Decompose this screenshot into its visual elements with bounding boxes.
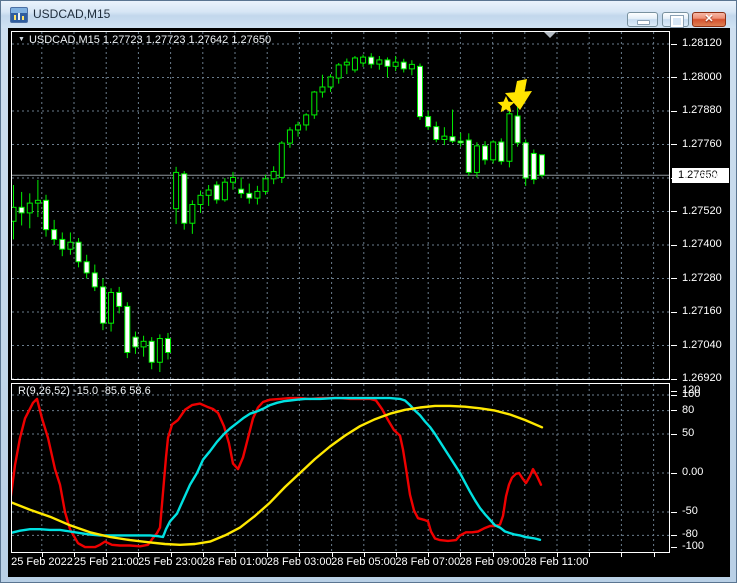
indicator-axis-label: -80 bbox=[682, 528, 698, 541]
price-axis-label: 1.27640 bbox=[682, 171, 722, 183]
chart-ohlc-text: USDCAD,M15 1.27723 1.27723 1.27642 1.276… bbox=[28, 34, 272, 46]
time-axis-label: 25 Feb 23:00 bbox=[138, 556, 204, 568]
indicator-axis-tick bbox=[671, 390, 677, 392]
time-axis-label: 25 Feb 21:00 bbox=[73, 556, 139, 568]
time-axis-label: 28 Feb 07:00 bbox=[395, 556, 461, 568]
restore-icon bbox=[670, 15, 684, 28]
main-chart-panel[interactable]: ▼ USDCAD,M15 1.27723 1.27723 1.27642 1.27… bbox=[11, 31, 670, 380]
chart-window-icon bbox=[10, 7, 28, 23]
indicator-axis-label: 0.00 bbox=[682, 466, 704, 478]
indicator-panel[interactable]: R(9,26,52) -15.0 -85.6 58.6 bbox=[11, 383, 670, 553]
price-axis-tick bbox=[671, 345, 677, 346]
close-button[interactable]: ✕ bbox=[692, 12, 726, 27]
price-axis-label: 1.28120 bbox=[682, 37, 722, 49]
chart-client-area: ▼ USDCAD,M15 1.27723 1.27723 1.27642 1.27… bbox=[8, 28, 730, 577]
time-axis-label: 28 Feb 03:00 bbox=[266, 556, 332, 568]
price-axis-label: 1.27040 bbox=[682, 338, 722, 351]
indicator-axis-label: 50 bbox=[682, 427, 695, 439]
price-axis-label: 1.27760 bbox=[682, 137, 722, 150]
indicator-axis-label: 100 bbox=[682, 388, 701, 400]
price-axis-label: 1.27520 bbox=[682, 204, 722, 217]
indicator-axis-tick bbox=[671, 511, 677, 513]
close-icon: ✕ bbox=[704, 13, 714, 25]
time-axis-label: 28 Feb 05:00 bbox=[331, 556, 396, 568]
price-axis-label: 1.27880 bbox=[682, 104, 722, 116]
indicator-axis-label: 80 bbox=[682, 403, 695, 416]
price-axis-tick bbox=[671, 144, 677, 145]
price-axis-tick bbox=[671, 211, 677, 212]
price-chart-canvas[interactable] bbox=[12, 32, 669, 379]
minimize-icon bbox=[637, 20, 650, 25]
time-axis-label: 25 Feb 2022 bbox=[11, 556, 73, 568]
indicator-label: R(9,26,52) -15.0 -85.6 58.6 bbox=[18, 385, 151, 397]
window-titlebar[interactable]: USDCAD,M15 ✕ bbox=[1, 1, 736, 28]
time-axis-tick bbox=[589, 553, 591, 557]
indicator-canvas[interactable] bbox=[12, 384, 669, 552]
price-axis-label: 1.28000 bbox=[682, 70, 722, 83]
time-axis-tick bbox=[653, 553, 655, 557]
price-axis-tick bbox=[671, 311, 677, 313]
window-title: USDCAD,M15 bbox=[33, 7, 111, 21]
restore-button[interactable] bbox=[662, 12, 689, 28]
mt4-chart-window: USDCAD,M15 ✕ ▼ USDCAD,M15 1.27723 1.27723… bbox=[0, 0, 737, 583]
price-axis-label: 1.27400 bbox=[682, 238, 722, 250]
price-axis-tick bbox=[671, 177, 677, 179]
chart-header: ▼ USDCAD,M15 1.27723 1.27723 1.27642 1.27… bbox=[18, 34, 271, 46]
indicator-axis-label: -50 bbox=[682, 505, 698, 517]
indicator-axis-label: -100 bbox=[682, 540, 705, 552]
price-axis-tick bbox=[671, 77, 677, 78]
indicator-axis-tick bbox=[671, 433, 677, 435]
indicator-axis-tick bbox=[671, 472, 677, 474]
indicator-axis-tick bbox=[671, 546, 677, 548]
price-axis-label: 1.26920 bbox=[682, 372, 722, 384]
price-axis-label: 1.27280 bbox=[682, 271, 722, 284]
indicator-axis-tick bbox=[671, 534, 677, 536]
time-axis-label: 28 Feb 11:00 bbox=[524, 556, 589, 568]
price-axis-tick bbox=[671, 43, 677, 45]
price-axis-label: 1.27160 bbox=[682, 305, 722, 317]
price-axis-tick bbox=[671, 378, 677, 380]
price-axis-tick bbox=[671, 110, 677, 112]
time-axis-label: 28 Feb 01:00 bbox=[202, 556, 268, 568]
indicator-axis-tick bbox=[671, 410, 677, 412]
indicator-axis-tick bbox=[671, 394, 677, 396]
time-axis-label: 28 Feb 09:00 bbox=[459, 556, 525, 568]
time-axis-tick bbox=[621, 553, 623, 557]
minimize-button[interactable] bbox=[627, 12, 658, 27]
collapse-triangle-icon[interactable]: ▼ bbox=[18, 36, 25, 43]
price-axis-tick bbox=[671, 244, 677, 246]
price-axis-tick bbox=[671, 278, 677, 279]
